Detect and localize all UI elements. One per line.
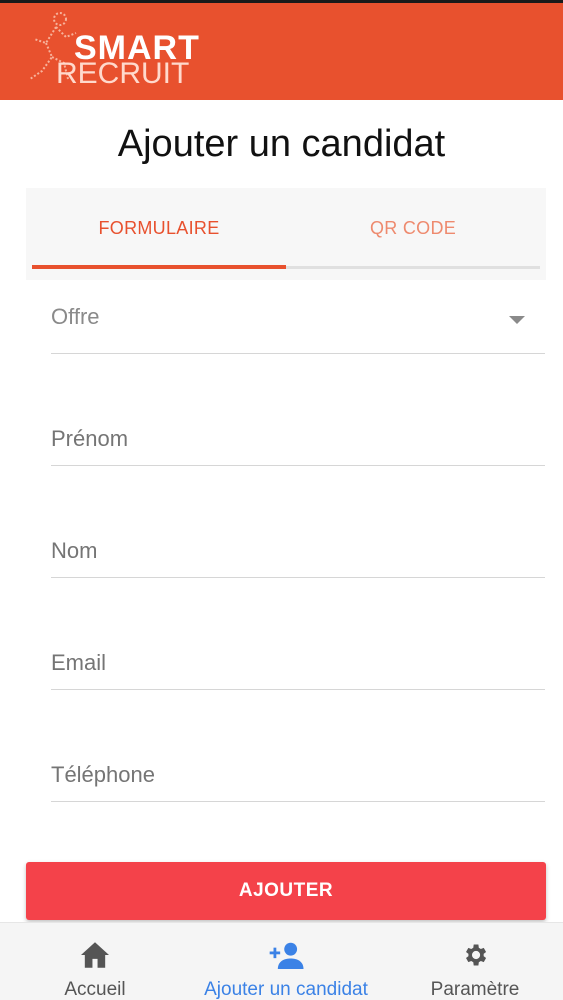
bottom-navigation: Accueil Ajouter un candidat Paramètre xyxy=(0,922,563,1000)
prenom-field-container xyxy=(51,418,545,466)
email-input[interactable] xyxy=(51,646,545,680)
person-add-icon xyxy=(269,942,304,969)
nav-label-parametre: Paramètre xyxy=(430,979,520,1000)
dropdown-arrow-icon xyxy=(509,316,525,324)
nom-input[interactable] xyxy=(51,534,545,568)
page-title: Ajouter un candidat xyxy=(117,123,446,165)
tab-qr-code[interactable]: QR CODE xyxy=(286,188,540,268)
smart-recruit-logo: SMART RECRUIT xyxy=(22,9,222,93)
nav-item-accueil[interactable]: Accueil xyxy=(45,923,145,1000)
nav-item-parametre[interactable]: Paramètre xyxy=(415,923,535,1000)
tab-formulaire[interactable]: FORMULAIRE xyxy=(32,188,286,268)
gear-icon xyxy=(466,944,487,966)
ajouter-button[interactable]: AJOUTER xyxy=(26,862,546,920)
email-field-container xyxy=(51,642,545,690)
nav-item-ajouter-candidat[interactable]: Ajouter un candidat xyxy=(176,923,396,1000)
tab-active-indicator xyxy=(32,265,286,269)
app-header: SMART RECRUIT xyxy=(0,0,563,100)
nom-field-container xyxy=(51,530,545,578)
telephone-input[interactable] xyxy=(51,758,545,792)
home-icon xyxy=(81,942,109,968)
nav-label-ajouter-candidat: Ajouter un candidat xyxy=(204,979,368,1000)
form-tabs: FORMULAIRE QR CODE xyxy=(26,188,546,280)
telephone-field-container xyxy=(51,754,545,802)
offre-select[interactable]: Offre xyxy=(51,296,545,354)
offre-label: Offre xyxy=(51,304,100,329)
logo-text-recruit: RECRUIT xyxy=(56,57,190,90)
nav-label-accueil: Accueil xyxy=(64,979,126,1000)
app-screen: SMART RECRUIT Ajouter un candidat FORMUL… xyxy=(0,0,563,1000)
prenom-input[interactable] xyxy=(51,422,545,456)
